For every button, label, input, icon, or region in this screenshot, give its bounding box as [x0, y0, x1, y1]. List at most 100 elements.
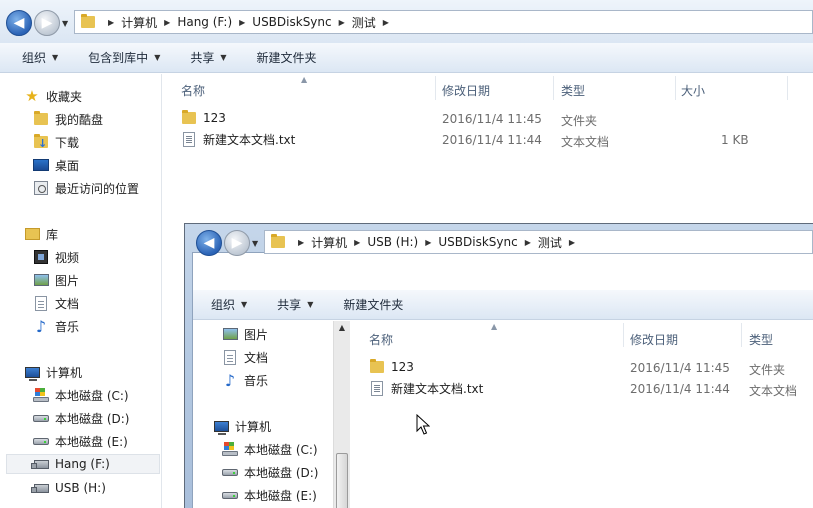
column-header-size[interactable]: 大小: [681, 82, 705, 99]
file-row-text-document[interactable]: 新建文本文档.txt: [181, 131, 295, 148]
recent-pages-dropdown[interactable]: ▼: [62, 19, 68, 28]
recent-pages-dropdown[interactable]: ▼: [252, 239, 258, 248]
organize-button[interactable]: 组织 ▼: [22, 49, 58, 66]
share-label: 共享: [277, 298, 302, 312]
back-button[interactable]: ◀: [196, 230, 222, 256]
chevron-right-icon[interactable]: ▶: [108, 18, 114, 27]
file-row-folder-123[interactable]: 123: [369, 359, 414, 375]
column-divider[interactable]: [435, 76, 436, 100]
breadcrumb-computer[interactable]: 计算机: [311, 234, 347, 251]
sidebar-item-libraries[interactable]: 库: [24, 224, 58, 244]
sort-ascending-icon: ▲: [301, 75, 308, 84]
sidebar-item-downloads[interactable]: ↓ 下载: [33, 132, 79, 152]
column-divider[interactable]: [741, 323, 742, 347]
breadcrumb-drive[interactable]: Hang (F:): [177, 15, 232, 29]
column-divider[interactable]: [675, 76, 676, 100]
sidebar-label: 图片: [244, 327, 269, 342]
organize-label: 组织: [211, 298, 236, 312]
sidebar-item-computer[interactable]: 计算机: [213, 416, 271, 436]
chevron-right-icon[interactable]: ▶: [354, 238, 360, 247]
sidebar-label: 我的酷盘: [55, 112, 104, 127]
sidebar-item-documents[interactable]: 文档: [33, 293, 79, 313]
sidebar-label: 文档: [55, 296, 80, 311]
breadcrumb-test[interactable]: 测试: [352, 14, 376, 31]
chevron-right-icon[interactable]: ▶: [298, 238, 304, 247]
sidebar-item-kupan[interactable]: 我的酷盘: [33, 109, 103, 129]
sidebar-item-drive-d[interactable]: 本地磁盘 (D:): [222, 462, 318, 482]
caret-down-icon: ▼: [307, 300, 314, 309]
recent-places-icon: [33, 180, 49, 196]
sidebar-label: 最近访问的位置: [55, 181, 140, 196]
folder-icon: [33, 111, 49, 127]
file-date: 2016/11/4 11:45: [630, 361, 730, 375]
chevron-right-icon[interactable]: ▶: [525, 238, 531, 247]
forward-button[interactable]: ▶: [34, 10, 60, 36]
sidebar-item-pictures[interactable]: 图片: [33, 270, 79, 290]
column-header-date[interactable]: 修改日期: [630, 331, 678, 348]
organize-button[interactable]: 组织 ▼: [211, 296, 247, 313]
share-button[interactable]: 共享 ▼: [277, 296, 313, 313]
forward-button[interactable]: ▶: [224, 230, 250, 256]
scrollbar-thumb[interactable]: [336, 453, 348, 508]
download-folder-icon: ↓: [33, 134, 49, 150]
new-folder-button[interactable]: 新建文件夹: [257, 49, 317, 66]
column-header-type[interactable]: 类型: [561, 82, 585, 99]
new-folder-button[interactable]: 新建文件夹: [343, 296, 403, 313]
folder-icon: [369, 359, 385, 375]
share-button[interactable]: 共享 ▼: [190, 49, 226, 66]
picture-icon: [222, 326, 238, 342]
breadcrumb[interactable]: ▶ 计算机 ▶ USB (H:) ▶ USBDiskSync ▶ 测试 ▶: [264, 230, 813, 254]
sidebar-item-music[interactable]: ♪ 音乐: [222, 370, 268, 390]
sidebar-item-drive-h[interactable]: USB (H:): [30, 478, 106, 498]
sidebar-item-documents[interactable]: 文档: [222, 347, 268, 367]
windows-drive-icon: [222, 441, 238, 457]
sidebar-item-recent-places[interactable]: 最近访问的位置: [33, 178, 139, 198]
breadcrumb-computer[interactable]: 计算机: [121, 14, 157, 31]
mouse-cursor-icon: [416, 414, 430, 435]
breadcrumb-drive[interactable]: USB (H:): [367, 235, 418, 249]
sidebar-scrollbar[interactable]: ▲: [333, 321, 350, 508]
chevron-right-icon[interactable]: ▶: [239, 18, 245, 27]
sidebar-item-drive-d[interactable]: 本地磁盘 (D:): [33, 408, 129, 428]
sidebar-item-drive-c[interactable]: 本地磁盘 (C:): [33, 385, 129, 405]
sidebar-item-computer[interactable]: 计算机: [24, 362, 82, 382]
hard-drive-icon: [33, 410, 49, 426]
breadcrumb-usbdisksync[interactable]: USBDiskSync: [252, 15, 331, 29]
sidebar-label: 音乐: [244, 373, 269, 388]
sidebar-label: 图片: [55, 273, 80, 288]
picture-icon: [33, 272, 49, 288]
column-header-type[interactable]: 类型: [749, 331, 773, 348]
breadcrumb[interactable]: ▶ 计算机 ▶ Hang (F:) ▶ USBDiskSync ▶ 测试 ▶: [74, 10, 813, 34]
sidebar-item-music[interactable]: ♪ 音乐: [33, 316, 79, 336]
sidebar-item-videos[interactable]: 视频: [33, 247, 79, 267]
column-divider[interactable]: [787, 76, 788, 100]
column-divider[interactable]: [623, 323, 624, 347]
sidebar-item-drive-f[interactable]: Hang (F:): [6, 454, 160, 474]
breadcrumb-usbdisksync[interactable]: USBDiskSync: [438, 235, 517, 249]
column-divider[interactable]: [553, 76, 554, 100]
file-row-folder-123[interactable]: 123: [181, 110, 226, 126]
sidebar-item-favorites[interactable]: ★ 收藏夹: [24, 86, 82, 106]
navigation-pane: 图片 文档 ♪ 音乐 计算机 本地磁盘 (C:) 本地磁盘 (D:) 本地磁盘 …: [193, 321, 350, 508]
chevron-right-icon[interactable]: ▶: [425, 238, 431, 247]
sidebar-item-desktop[interactable]: 桌面: [33, 155, 79, 175]
command-bar: 组织 ▼ 包含到库中 ▼ 共享 ▼ 新建文件夹: [0, 43, 813, 73]
sidebar-item-pictures[interactable]: 图片: [222, 324, 268, 344]
sidebar-item-drive-c[interactable]: 本地磁盘 (C:): [222, 439, 318, 459]
chevron-right-icon[interactable]: ▶: [569, 238, 575, 247]
column-header-date[interactable]: 修改日期: [442, 82, 490, 99]
sidebar-item-drive-e[interactable]: 本地磁盘 (E:): [222, 485, 317, 505]
chevron-right-icon[interactable]: ▶: [383, 18, 389, 27]
explorer-window-usb: ◀ ▶ ▼ ▶ 计算机 ▶ USB (H:) ▶ USBDiskSync ▶ 测…: [184, 223, 813, 508]
file-row-text-document[interactable]: 新建文本文档.txt: [369, 380, 483, 397]
sidebar-item-drive-e[interactable]: 本地磁盘 (E:): [33, 431, 128, 451]
include-in-library-button[interactable]: 包含到库中 ▼: [88, 49, 160, 66]
scroll-up-icon[interactable]: ▲: [334, 323, 350, 332]
back-button[interactable]: ◀: [6, 10, 32, 36]
chevron-right-icon[interactable]: ▶: [164, 18, 170, 27]
folder-icon: [271, 234, 285, 248]
column-header-name[interactable]: 名称: [181, 82, 205, 99]
chevron-right-icon[interactable]: ▶: [339, 18, 345, 27]
breadcrumb-test[interactable]: 测试: [538, 234, 562, 251]
column-header-name[interactable]: 名称: [369, 331, 393, 348]
